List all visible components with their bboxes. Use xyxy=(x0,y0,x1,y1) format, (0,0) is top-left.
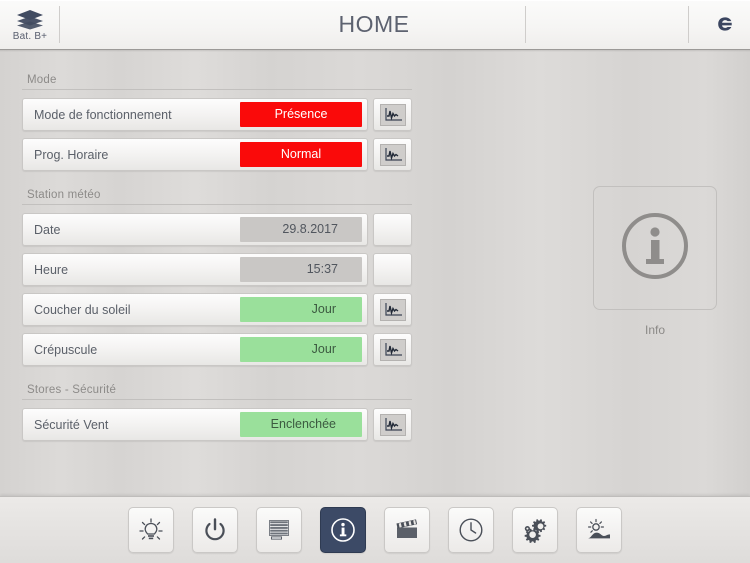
app-header: Bat. B+ HOME xyxy=(0,0,750,52)
row-body[interactable]: Heure 15:37 xyxy=(22,253,368,286)
tab-power[interactable] xyxy=(192,507,238,553)
row-value: 29.8.2017 xyxy=(240,217,362,242)
row-body[interactable]: Date 29.8.2017 xyxy=(22,213,368,246)
power-icon xyxy=(201,516,229,544)
row-value: 15:37 xyxy=(240,257,362,282)
clock-icon xyxy=(457,516,485,544)
trend-button-placeholder xyxy=(373,253,412,286)
page-title: HOME xyxy=(338,11,410,37)
group-mode: Mode Mode de fonctionnement Présence Pro… xyxy=(22,74,412,171)
trend-chart-icon xyxy=(379,298,406,321)
info-tile-button[interactable] xyxy=(593,186,717,310)
table-row[interactable]: Sécurité Vent Enclenchée xyxy=(22,408,412,441)
row-label: Mode de fonctionnement xyxy=(34,107,172,122)
info-panel: Info xyxy=(593,186,717,337)
gears-icon xyxy=(521,516,549,544)
tab-schedule[interactable] xyxy=(448,507,494,553)
info-circle-icon xyxy=(616,207,694,290)
row-body[interactable]: Coucher du soleil Jour xyxy=(22,293,368,326)
trend-button[interactable] xyxy=(373,293,412,326)
row-body[interactable]: Sécurité Vent Enclenchée xyxy=(22,408,368,441)
trend-button[interactable] xyxy=(373,408,412,441)
brand-logo[interactable] xyxy=(714,13,736,35)
app-window: Bat. B+ HOME Mode Mode de fonctionnement… xyxy=(0,0,750,563)
info-panel-caption: Info xyxy=(644,323,665,337)
trend-button[interactable] xyxy=(373,98,412,131)
bottom-toolbar xyxy=(0,496,750,563)
tab-blinds[interactable] xyxy=(256,507,302,553)
trend-chart-icon xyxy=(379,338,406,361)
parameter-list: Mode Mode de fonctionnement Présence Pro… xyxy=(22,74,412,459)
row-value[interactable]: Jour xyxy=(240,337,362,362)
info-circle-icon xyxy=(329,516,357,544)
row-body[interactable]: Mode de fonctionnement Présence xyxy=(22,98,368,131)
blinds-icon xyxy=(265,516,293,544)
table-row[interactable]: Heure 15:37 xyxy=(22,253,412,286)
trend-button[interactable] xyxy=(373,138,412,171)
row-label: Date xyxy=(34,222,61,237)
row-value[interactable]: Enclenchée xyxy=(240,412,362,437)
row-value[interactable]: Normal xyxy=(240,142,362,167)
row-body[interactable]: Prog. Horaire Normal xyxy=(22,138,368,171)
tab-info[interactable] xyxy=(320,507,366,553)
trend-button[interactable] xyxy=(373,333,412,366)
weather-sun-icon xyxy=(585,516,613,544)
trend-chart-icon xyxy=(379,103,406,126)
row-body[interactable]: Crépuscule Jour xyxy=(22,333,368,366)
table-row[interactable]: Date 29.8.2017 xyxy=(22,213,412,246)
table-row[interactable]: Coucher du soleil Jour xyxy=(22,293,412,326)
light-bulb-icon xyxy=(137,516,165,544)
row-label: Sécurité Vent xyxy=(34,417,109,432)
content-area: Mode Mode de fonctionnement Présence Pro… xyxy=(0,50,750,563)
row-value[interactable]: Présence xyxy=(240,102,362,127)
table-row[interactable]: Mode de fonctionnement Présence xyxy=(22,98,412,131)
row-label: Prog. Horaire xyxy=(34,147,109,162)
tab-weather[interactable] xyxy=(576,507,622,553)
tab-scenes[interactable] xyxy=(384,507,430,553)
table-row[interactable]: Prog. Horaire Normal xyxy=(22,138,412,171)
trend-button-placeholder xyxy=(373,213,412,246)
row-label: Coucher du soleil xyxy=(34,302,131,317)
group-title: Stores - Sécurité xyxy=(22,384,412,400)
row-label: Crépuscule xyxy=(34,342,98,357)
tab-settings[interactable] xyxy=(512,507,558,553)
row-label: Heure xyxy=(34,262,69,277)
row-value[interactable]: Jour xyxy=(240,297,362,322)
group-weather-station: Station météo Date 29.8.2017 Heure 15:37 xyxy=(22,189,412,366)
clapperboard-icon xyxy=(393,516,421,544)
table-row[interactable]: Crépuscule Jour xyxy=(22,333,412,366)
tab-lighting[interactable] xyxy=(128,507,174,553)
group-title: Station météo xyxy=(22,189,412,205)
group-blinds-safety: Stores - Sécurité Sécurité Vent Enclench… xyxy=(22,384,412,441)
trend-chart-icon xyxy=(379,413,406,436)
group-title: Mode xyxy=(22,74,412,90)
trend-chart-icon xyxy=(379,143,406,166)
